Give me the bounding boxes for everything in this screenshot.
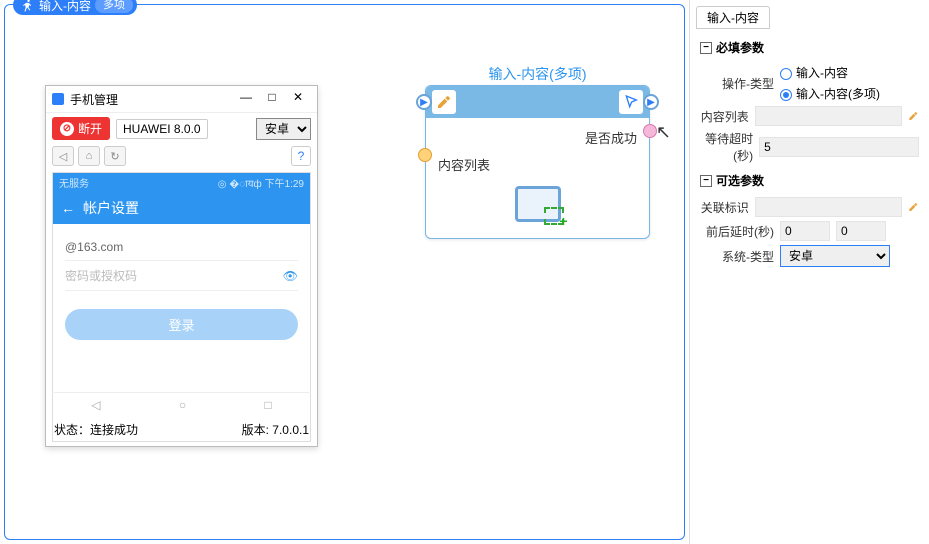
success-pin[interactable] [643,124,657,138]
assoc-label: 关联标识 [700,199,749,216]
pm-version: 版本: 7.0.0.1 [242,421,309,438]
nav-refresh-button[interactable]: ↻ [104,146,126,166]
phone-manager-window: 手机管理 — □ ✕ ⊘ 断开 HUAWEI 8.0.0 安卓 ◁ ⌂ [45,85,318,447]
login-button[interactable]: 登录 [65,309,298,340]
assoc-input[interactable] [755,197,903,217]
list-label: 内容列表 [438,155,637,174]
help-button[interactable]: ? [291,146,311,166]
nav-back-button[interactable]: ◁ [52,146,74,166]
edit-icon [432,90,456,114]
timeout-label: 等待超时(秒) [700,130,753,164]
app-icon [52,93,64,105]
nav-home-button[interactable]: ⌂ [78,146,100,166]
op-type-radio-2[interactable]: 输入-内容(多项) [780,85,919,102]
optional-section: − 可选参数 [700,168,919,193]
node-title: 输入-内容(多项) [426,64,649,84]
canvas-pill: 多项 [95,0,133,13]
soft-recent-icon[interactable]: □ [265,398,272,412]
mouse-cursor-icon: ↖ [656,122,671,143]
panel-tab[interactable]: 输入-内容 [696,6,770,29]
op-type-label: 操作-类型 [700,75,774,92]
content-list-input[interactable] [755,106,903,126]
node-out-port[interactable]: ▶ [643,94,659,110]
phone-back-icon[interactable]: ← [61,200,75,216]
op-type-radio-1[interactable]: 输入-内容 [780,64,919,81]
os-select[interactable]: 安卓 [256,118,311,140]
soft-home-icon[interactable]: ○ [179,398,186,412]
flow-node[interactable]: 输入-内容(多项) ▶ ▶ 是否成功 内容列表 + [425,85,650,239]
delay-after-input[interactable] [836,221,886,241]
content-list-label: 内容列表 [700,108,749,125]
required-section: − 必填参数 [700,35,919,60]
timeout-input[interactable] [759,137,919,157]
maximize-button[interactable]: □ [259,90,285,108]
email-field[interactable]: @163.com [65,234,298,261]
window-title: 手机管理 [70,91,118,108]
phone-status-right: ◎ �ायф 下午1:29 [218,175,304,190]
cursor-icon [619,90,643,114]
disconnect-icon: ⊘ [60,122,74,136]
node-screenshot: + [515,186,561,222]
list-pin[interactable] [418,148,432,162]
pm-status: 状态：连接成功 [54,421,138,438]
walk-icon [21,0,35,12]
properties-panel: 输入-内容 − 必填参数 操作-类型 输入-内容 输入-内容(多项) 内容列表 … [689,0,929,544]
success-label: 是否成功 [438,128,637,147]
toggle-visibility-icon[interactable]: 👁 [283,269,298,283]
disconnect-button[interactable]: ⊘ 断开 [52,117,110,140]
phone-soft-nav: ◁ ○ □ [52,392,311,416]
delay-before-input[interactable] [780,221,830,241]
system-select[interactable]: 安卓 [780,245,890,267]
canvas-header: 输入-内容 多项 [13,0,137,15]
phone-status-left: 无服务 [59,175,89,190]
close-button[interactable]: ✕ [285,90,311,108]
soft-back-icon[interactable]: ◁ [91,398,100,412]
minimize-button[interactable]: — [233,90,259,108]
edit-content-icon[interactable] [908,108,919,124]
system-label: 系统-类型 [700,248,774,265]
collapse-optional-icon[interactable]: − [700,175,712,187]
collapse-required-icon[interactable]: − [700,42,712,54]
password-field[interactable]: 密码或授权码 👁 [65,261,298,291]
device-name: HUAWEI 8.0.0 [116,119,208,139]
delay-label: 前后延时(秒) [700,223,774,240]
node-in-port[interactable]: ▶ [416,94,432,110]
phone-header-title: 帐户设置 [83,198,139,218]
canvas-title: 输入-内容 [39,0,91,14]
edit-assoc-icon[interactable] [908,199,919,215]
